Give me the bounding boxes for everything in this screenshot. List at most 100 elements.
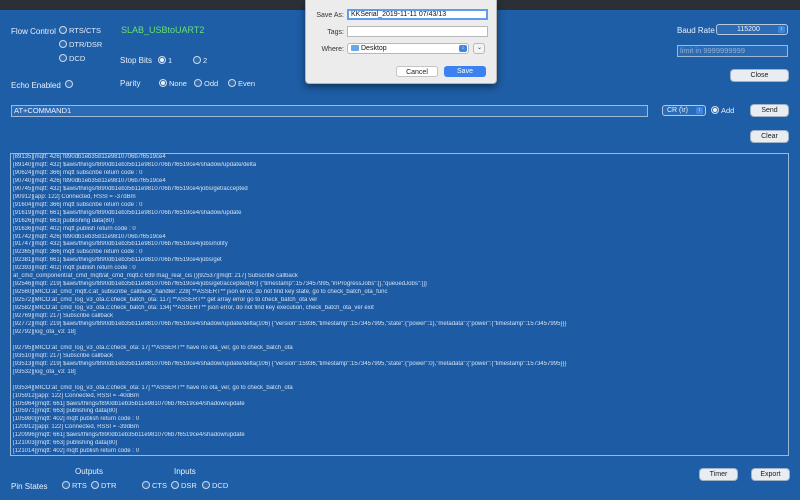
parity-even-option[interactable]: Even bbox=[228, 78, 255, 88]
chevron-updown-icon: ↕ bbox=[459, 45, 467, 52]
export-button[interactable]: Export bbox=[752, 469, 789, 480]
stop-bits-1-option[interactable]: 1 bbox=[158, 55, 172, 65]
stop-bits-label: Stop Bits bbox=[120, 56, 153, 65]
log-line: [92795][MICO:at_cmd_log_v3_ota.c:check_o… bbox=[13, 344, 293, 351]
add-option[interactable]: Add bbox=[711, 105, 734, 115]
flow-control-label: Flow Control bbox=[11, 27, 56, 36]
radio-icon bbox=[193, 56, 201, 65]
log-line: [91604][mqtt: 366] mqtt subscribe return… bbox=[13, 201, 143, 208]
led-icon bbox=[91, 481, 99, 490]
chevron-down-icon: ⌄ bbox=[477, 45, 483, 51]
led-icon bbox=[62, 481, 70, 490]
log-line: [105980][mqtt: 402] mqtt publish return … bbox=[13, 416, 140, 423]
led-icon bbox=[171, 481, 179, 490]
expand-dialog-button[interactable]: ⌄ bbox=[473, 43, 485, 54]
where-label: Where: bbox=[321, 46, 344, 53]
outputs-label: Outputs bbox=[75, 467, 104, 476]
device-name: SLAB_USBtoUART2 bbox=[121, 25, 205, 35]
log-line: [121003][mqtt: 663] publishing data(80) bbox=[13, 440, 118, 447]
led-icon bbox=[202, 481, 210, 490]
pin-states-label: Pin States bbox=[11, 482, 48, 491]
log-line: [92772][mqtt: 219] $aws/things/f890db1eb… bbox=[13, 321, 567, 328]
log-line: [92769][mqtt: 217] Subscribe callback bbox=[13, 313, 114, 320]
pin-rts-indicator: RTS bbox=[62, 480, 87, 490]
log-line: [90912][app: 122] Connected, RSSI = -37d… bbox=[13, 193, 136, 200]
baud-rate-select[interactable]: 115200 ↕ bbox=[716, 24, 788, 35]
log-line: [90740][mqtt: 426] f890db1eb35b11e981070… bbox=[13, 177, 166, 184]
clear-button[interactable]: Clear bbox=[751, 131, 788, 142]
log-line: [120996][mqtt: 661] $aws/things/f890db1e… bbox=[13, 432, 245, 439]
log-line: [92560][MICO:at_cmd_mqtt.c:at_subscribe_… bbox=[13, 289, 388, 296]
flow-rts-cts-option[interactable]: RTS/CTS bbox=[59, 25, 101, 35]
flow-dtr-dsr-option[interactable]: DTR/DSR bbox=[59, 39, 102, 49]
chevron-updown-icon: ↕ bbox=[778, 26, 785, 33]
radio-icon bbox=[194, 79, 202, 88]
echo-enabled-toggle[interactable] bbox=[65, 79, 73, 88]
where-value: Desktop bbox=[361, 45, 387, 52]
send-button[interactable]: Send bbox=[751, 105, 788, 116]
log-line: [92381][mqtt: 661] $aws/things/f890db1eb… bbox=[13, 257, 222, 264]
stop-bits-2-option[interactable]: 2 bbox=[193, 55, 207, 65]
log-line: [93532][log_ota_v3: 18] bbox=[13, 368, 76, 375]
radio-selected-icon bbox=[159, 79, 167, 88]
tags-input[interactable] bbox=[347, 26, 488, 37]
log-line: [90624][mqtt: 366] mqtt subscribe return… bbox=[13, 169, 143, 176]
save-dialog: Save As: KKSerial_2019-11-11 07/43/13 Ta… bbox=[305, 0, 497, 84]
log-line: [92365][mqtt: 366] mqtt subscribe return… bbox=[13, 249, 143, 256]
log-line: [93534][MICO:at_cmd_log_v3_ota.c:check_o… bbox=[13, 384, 293, 391]
radio-icon bbox=[228, 79, 236, 88]
log-line: [91742][mqtt: 426] f890db1eb35b11e981070… bbox=[13, 233, 166, 240]
serial-log[interactable]: [89135][mqtt: 426] f890db1eb35b11e981070… bbox=[10, 153, 789, 456]
echo-enabled-label: Echo Enabled bbox=[11, 81, 61, 90]
pin-dsr-indicator: DSR bbox=[171, 480, 197, 490]
log-line: [92546][mqtt: 219] $aws/things/f890db1eb… bbox=[13, 281, 427, 288]
close-button[interactable]: Close bbox=[731, 70, 788, 81]
radio-icon bbox=[59, 54, 67, 63]
limit-input[interactable]: limit in 9999999999 bbox=[677, 45, 788, 57]
log-line: [92582][MICO:at_cmd_log_v3_ota.c:check_b… bbox=[13, 305, 374, 312]
log-line: [105912][app: 122] Connected, RSSI = -40… bbox=[13, 392, 139, 399]
inputs-label: Inputs bbox=[174, 467, 196, 476]
line-ending-select[interactable]: CR (\r) ↕ bbox=[662, 105, 706, 116]
log-line: [93513][mqtt: 219] $aws/things/f890db1eb… bbox=[13, 360, 567, 367]
radio-icon bbox=[59, 26, 67, 35]
cancel-button[interactable]: Cancel bbox=[396, 66, 438, 77]
command-input[interactable]: AT+COMMAND1 bbox=[11, 105, 648, 117]
line-ending-value: CR (\r) bbox=[667, 107, 688, 114]
folder-icon bbox=[351, 45, 359, 52]
log-line: [92393][mqtt: 402] mqtt publish return c… bbox=[13, 265, 136, 272]
parity-label: Parity bbox=[120, 79, 141, 88]
tags-label: Tags: bbox=[327, 29, 344, 36]
radio-icon bbox=[59, 40, 67, 49]
flow-dcd-option[interactable]: DCD bbox=[59, 53, 85, 63]
pin-dtr-indicator: DTR bbox=[91, 480, 116, 490]
log-line: at_cmd_component/at_cmd_mqtt/at_cmd_mqtt… bbox=[13, 273, 298, 280]
log-line: [91747][mqtt: 432] $aws/things/f890db1eb… bbox=[13, 241, 228, 248]
timer-button[interactable]: Timer bbox=[700, 469, 737, 480]
radio-selected-icon bbox=[158, 56, 166, 65]
log-line: [120912][app: 122] Connected, RSSI = -39… bbox=[13, 424, 139, 431]
baud-rate-label: Baud Rate bbox=[677, 26, 715, 35]
pin-cts-indicator: CTS bbox=[142, 480, 167, 490]
save-button[interactable]: Save bbox=[444, 66, 486, 77]
where-select[interactable]: Desktop ↕ bbox=[347, 43, 469, 54]
log-line: [91636][mqtt: 402] mqtt publish return c… bbox=[13, 225, 136, 232]
radio-selected-icon bbox=[711, 106, 719, 115]
log-line: [92572][MICO:at_cmd_log_v3_ota.c:check_b… bbox=[13, 297, 318, 304]
log-line: [89135][mqtt: 426] f890db1eb35b11e981070… bbox=[13, 154, 166, 160]
parity-odd-option[interactable]: Odd bbox=[194, 78, 218, 88]
log-line: [121014][mqtt: 402] mqtt publish return … bbox=[13, 448, 140, 455]
log-line: [89140][mqtt: 432] $aws/things/f890db1eb… bbox=[13, 161, 257, 168]
parity-none-option[interactable]: None bbox=[159, 78, 187, 88]
save-as-label: Save As: bbox=[316, 12, 344, 19]
log-line: [105964][mqtt: 661] $aws/things/f890db1e… bbox=[13, 400, 245, 407]
pin-dcd-indicator: DCD bbox=[202, 480, 228, 490]
log-line: [90745][mqtt: 432] $aws/things/f890db1eb… bbox=[13, 185, 248, 192]
radio-icon bbox=[65, 79, 73, 88]
filename-input[interactable]: KKSerial_2019-11-11 07/43/13 bbox=[347, 9, 488, 20]
log-line: [91619][mqtt: 661] $aws/things/f890db1eb… bbox=[13, 209, 242, 216]
log-line: [93510][mqtt: 217] Subscribe callback bbox=[13, 352, 114, 359]
log-line: [92792][log_ota_v3: 18] bbox=[13, 328, 76, 335]
